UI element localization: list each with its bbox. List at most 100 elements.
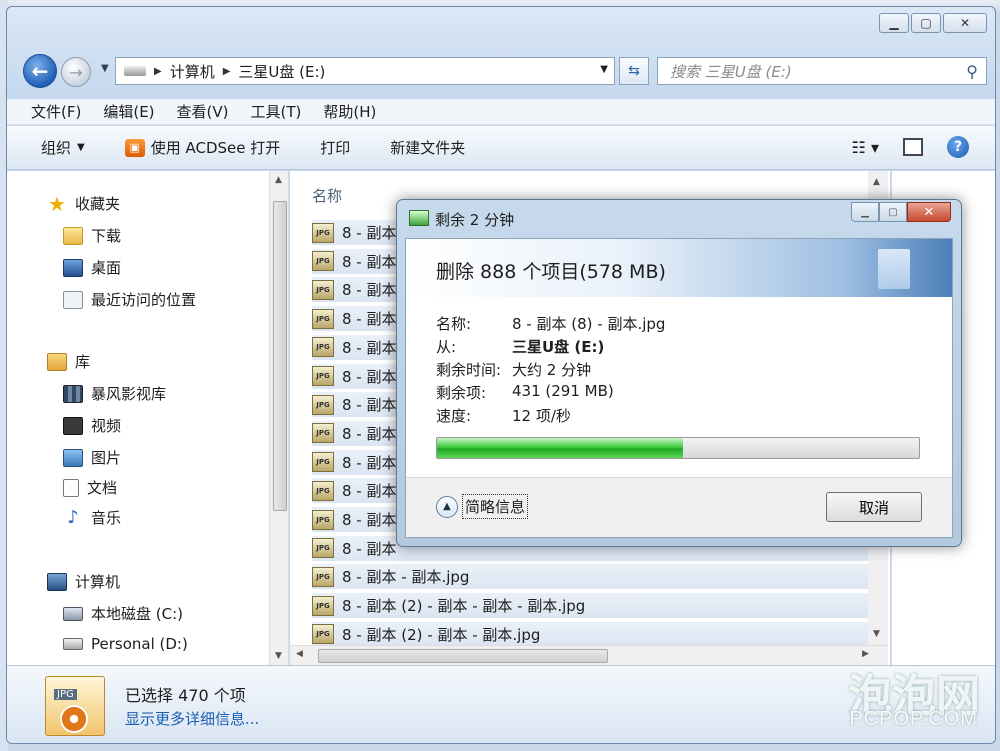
minimize-icon: ▁	[861, 206, 869, 218]
dialog-header: 删除 888 个项目(578 MB)	[406, 239, 952, 297]
jpg-file-icon: JPG	[45, 676, 105, 736]
file-row[interactable]: JPG 8 - 副本 (2) - 副本 - 副本 - 副本.jpg	[312, 592, 868, 619]
menu-file[interactable]: 文件(F)	[31, 101, 81, 122]
sidebar-item-label: 收藏夹	[75, 195, 121, 213]
sidebar-item-recent-places[interactable]: 最近访问的位置	[63, 289, 196, 310]
menu-edit[interactable]: 编辑(E)	[103, 101, 154, 122]
selection-count: 已选择 470 个项	[125, 686, 246, 705]
scroll-down-icon[interactable]: ▼	[275, 651, 282, 661]
progress-dialog-icon	[409, 210, 429, 226]
search-input[interactable]: 搜索 三星U盘 (E:) ⚲	[657, 57, 987, 85]
document-icon	[63, 478, 79, 497]
value-from[interactable]: 三星U盘 (E:)	[512, 336, 604, 357]
scroll-down-icon[interactable]: ▼	[873, 629, 880, 639]
dialog-maximize-button[interactable]: ▢	[879, 202, 907, 222]
fewer-details-button[interactable]: ▲ 简略信息	[436, 494, 529, 519]
sidebar-item-desktop[interactable]: 桌面	[63, 257, 121, 278]
file-name: 8 - 副本	[342, 453, 397, 472]
address-dropdown-icon[interactable]: ▼	[600, 64, 608, 75]
sidebar-item-downloads[interactable]: 下载	[63, 225, 121, 246]
sidebar-item-label: 桌面	[91, 259, 122, 277]
sidebar-item-computer[interactable]: 计算机	[47, 571, 120, 592]
forward-button[interactable]: →	[61, 57, 91, 87]
command-bar: 组织 ▼ ▣ 使用 ACDSee 打开 打印 新建文件夹 ☷ ▾ ?	[7, 126, 995, 170]
chevron-up-icon: ▲	[436, 495, 458, 518]
cancel-button[interactable]: 取消	[826, 492, 922, 522]
jpg-file-icon: JPG	[312, 423, 334, 444]
file-name: 8 - 副本	[342, 424, 397, 443]
recycle-animation-icon	[878, 249, 910, 289]
jpg-file-icon: JPG	[312, 308, 334, 329]
hard-disk-icon	[63, 606, 83, 621]
open-with-acdsee-button[interactable]: ▣ 使用 ACDSee 打开	[124, 137, 280, 158]
close-icon: ✕	[959, 16, 971, 30]
search-icon[interactable]: ⚲	[966, 62, 978, 81]
sidebar-item-pictures[interactable]: 图片	[63, 447, 121, 468]
breadcrumb-separator-icon[interactable]: ▶	[223, 66, 231, 77]
menu-help[interactable]: 帮助(H)	[323, 101, 376, 122]
sidebar-item-personal-d[interactable]: Personal (D:)	[63, 635, 188, 653]
scrollbar-thumb[interactable]	[273, 201, 287, 511]
label-speed: 速度:	[436, 407, 472, 425]
dialog-minimize-button[interactable]: ▁	[851, 202, 879, 222]
file-row[interactable]: JPG 8 - 副本 - 副本.jpg	[312, 563, 868, 590]
scroll-up-icon[interactable]: ▲	[873, 177, 880, 187]
sidebar-item-videos[interactable]: 视频	[63, 415, 121, 436]
show-more-details-link[interactable]: 显示更多详细信息...	[125, 708, 259, 729]
print-button[interactable]: 打印	[320, 137, 350, 158]
close-button[interactable]: ✕	[943, 13, 987, 33]
breadcrumb-computer[interactable]: 计算机	[170, 61, 215, 82]
fewer-details-label: 简略信息	[462, 494, 529, 519]
file-name: 8 - 副本	[342, 511, 397, 529]
sidebar-item-music[interactable]: ♪ 音乐	[63, 507, 121, 528]
dialog-close-button[interactable]: ✕	[907, 202, 951, 222]
sidebar-item-label: 文档	[87, 479, 118, 497]
navigation-pane-scrollbar[interactable]: ▲ ▼	[269, 171, 288, 665]
address-bar[interactable]: ▶ 计算机 ▶ 三星U盘 (E:) ▼	[115, 57, 615, 85]
jpg-file-icon: JPG	[312, 595, 334, 616]
jpg-file-icon: JPG	[312, 337, 334, 358]
sidebar-item-libraries[interactable]: 库	[47, 351, 90, 372]
sidebar-item-local-disk-c[interactable]: 本地磁盘 (C:)	[63, 603, 183, 624]
maximize-icon: ▢	[888, 206, 898, 218]
view-options-icon[interactable]: ☷ ▾	[852, 138, 879, 157]
music-note-icon: ♪	[67, 506, 79, 528]
help-icon[interactable]: ?	[947, 136, 969, 158]
column-header-name[interactable]: 名称	[312, 185, 342, 206]
file-name: 8 - 副本	[342, 396, 397, 415]
back-button[interactable]: ←	[23, 54, 57, 88]
maximize-button[interactable]: ▢	[911, 13, 941, 33]
file-row[interactable]: JPG 8 - 副本 (2) - 副本 - 副本.jpg	[312, 620, 868, 647]
sidebar-item-storm-video[interactable]: 暴风影视库	[63, 383, 166, 404]
breadcrumb-separator-icon[interactable]: ▶	[154, 66, 162, 77]
print-label: 打印	[320, 139, 351, 157]
file-name: 8 - 副本 - 副本.jpg	[342, 568, 470, 587]
command-bar-right: ☷ ▾ ?	[852, 136, 969, 158]
menu-view[interactable]: 查看(V)	[177, 101, 229, 122]
sidebar-item-favorites[interactable]: ★ 收藏夹	[47, 193, 120, 214]
download-folder-icon	[63, 226, 83, 245]
drive-icon	[124, 66, 146, 76]
refresh-button[interactable]: ⇆	[619, 57, 649, 85]
organize-button[interactable]: 组织 ▼	[41, 137, 85, 158]
scroll-right-icon[interactable]: ▶	[862, 649, 869, 659]
label-items-left: 剩余项:	[436, 384, 487, 402]
sidebar-item-documents[interactable]: 文档	[63, 477, 117, 498]
jpg-file-icon: JPG	[312, 222, 334, 243]
jpg-file-icon: JPG	[312, 480, 334, 501]
file-name: 8 - 副本 (2) - 副本 - 副本.jpg	[342, 625, 541, 644]
acdsee-icon: ▣	[124, 138, 145, 157]
file-name: 8 - 副本	[342, 338, 397, 357]
minimize-button[interactable]: ▁	[879, 13, 909, 33]
breadcrumb-usb-drive[interactable]: 三星U盘 (E:)	[238, 61, 325, 82]
menu-tools[interactable]: 工具(T)	[251, 101, 302, 122]
progress-bar	[436, 437, 920, 459]
scroll-up-icon[interactable]: ▲	[275, 175, 282, 185]
refresh-icon: ⇆	[628, 63, 640, 79]
history-dropdown[interactable]: ▼	[101, 63, 109, 74]
new-folder-button[interactable]: 新建文件夹	[390, 137, 465, 158]
scrollbar-thumb[interactable]	[318, 649, 608, 663]
preview-pane-icon[interactable]	[903, 138, 923, 156]
file-list-horizontal-scrollbar[interactable]: ◀ ▶	[290, 645, 888, 665]
scroll-left-icon[interactable]: ◀	[296, 649, 303, 659]
